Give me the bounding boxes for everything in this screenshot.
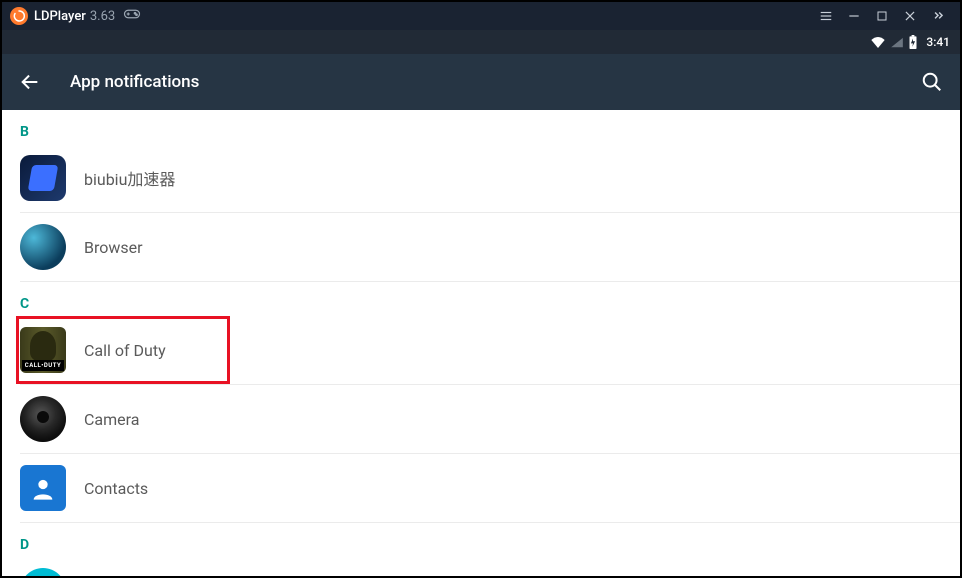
search-button[interactable]	[920, 70, 944, 94]
app-label: Camera	[84, 410, 139, 429]
statusbar-time: 3:41	[926, 35, 950, 49]
battery-icon	[908, 35, 918, 49]
emulator-name: LDPlayer	[34, 9, 86, 24]
maximize-button[interactable]	[868, 2, 896, 30]
emulator-window: LDPlayer 3.63 3:41	[0, 0, 962, 578]
android-statusbar: 3:41	[2, 30, 960, 54]
wifi-icon	[870, 36, 886, 48]
titlebar: LDPlayer 3.63	[2, 2, 960, 30]
camera-icon	[20, 396, 66, 442]
downloads-icon	[20, 568, 66, 576]
signal-icon	[890, 36, 904, 48]
app-list[interactable]: B biubiu加速器 Browser C CALL•DUTY Call of …	[2, 110, 960, 576]
menu-button[interactable]	[812, 2, 840, 30]
app-row-biubiu[interactable]: biubiu加速器	[2, 144, 960, 212]
app-label: Contacts	[84, 479, 148, 498]
app-row-contacts[interactable]: Contacts	[2, 454, 960, 522]
app-row-downloads[interactable]: Downloads	[2, 557, 960, 576]
section-header-b: B	[2, 110, 960, 144]
app-label: biubiu加速器	[84, 166, 175, 190]
section-header-c: C	[2, 282, 960, 316]
page-title: App notifications	[70, 72, 199, 92]
emulator-version: 3.63	[90, 9, 115, 24]
call-of-duty-icon: CALL•DUTY	[20, 327, 66, 373]
biubiu-icon	[20, 155, 66, 201]
app-row-call-of-duty[interactable]: CALL•DUTY Call of Duty	[2, 316, 960, 384]
expand-button[interactable]	[924, 2, 952, 30]
app-row-browser[interactable]: Browser	[2, 213, 960, 281]
close-button[interactable]	[896, 2, 924, 30]
minimize-button[interactable]	[840, 2, 868, 30]
app-label: Call of Duty	[84, 341, 166, 360]
back-button[interactable]	[18, 70, 42, 94]
ldplayer-logo-icon	[10, 7, 28, 25]
actionbar: App notifications	[2, 54, 960, 110]
app-label: Browser	[84, 238, 143, 257]
browser-icon	[20, 224, 66, 270]
section-header-d: D	[2, 523, 960, 557]
gamepad-icon	[123, 8, 141, 24]
contacts-icon	[20, 465, 66, 511]
app-row-camera[interactable]: Camera	[2, 385, 960, 453]
